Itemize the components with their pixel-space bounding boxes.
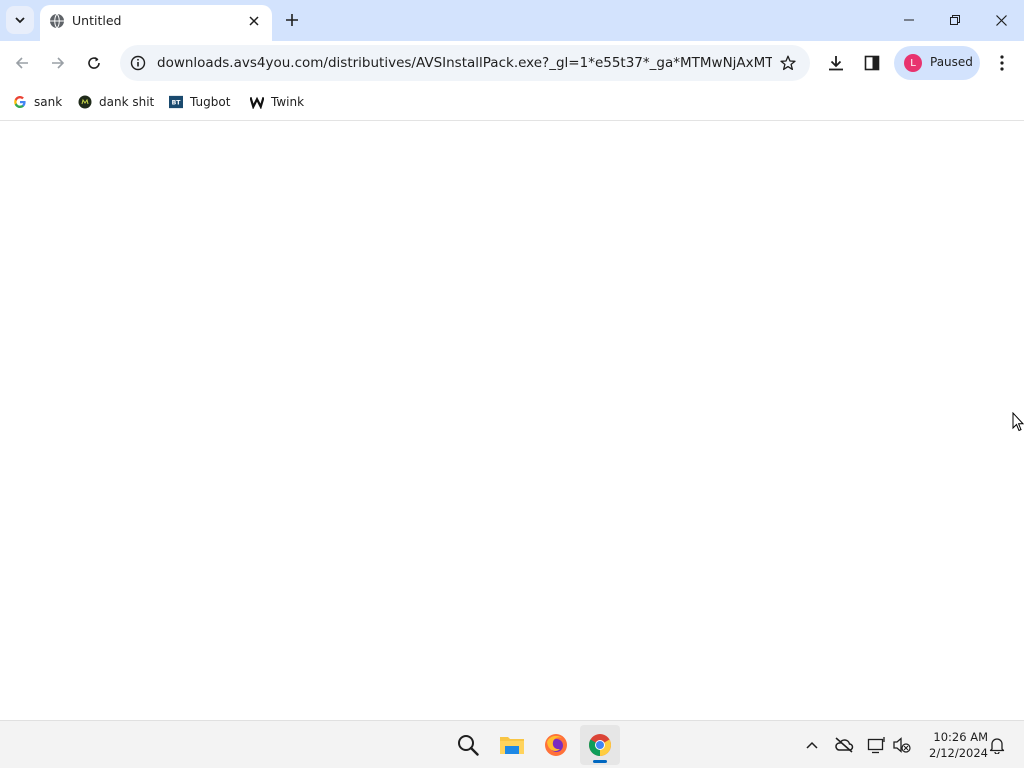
- browser-toolbar: downloads.avs4you.com/distributives/AVSI…: [0, 41, 1024, 85]
- reload-icon: [88, 57, 100, 69]
- close-icon: [249, 16, 259, 26]
- chevron-down-icon: [15, 17, 25, 24]
- clock-date: 2/12/2024: [929, 746, 988, 760]
- side-panel-button[interactable]: [860, 51, 884, 75]
- tab-search-button[interactable]: [6, 6, 34, 34]
- globe-icon: [50, 13, 64, 29]
- bookmark-label: dank shit: [99, 95, 155, 109]
- chrome-icon: [589, 734, 611, 756]
- bookmark-item[interactable]: Twink: [250, 92, 304, 112]
- avatar: L: [904, 54, 922, 72]
- chevron-up-icon: [806, 741, 818, 749]
- onedrive-offline-icon: [835, 737, 854, 753]
- bookmark-item[interactable]: dank shit: [78, 92, 154, 112]
- address-bar[interactable]: downloads.avs4you.com/distributives/AVSI…: [120, 45, 810, 81]
- bookmark-label: Twink: [271, 95, 305, 109]
- onedrive-tray-button[interactable]: [832, 733, 856, 757]
- bookmark-label: Tugbot: [190, 95, 231, 109]
- download-icon: [829, 56, 843, 71]
- taskbar-chrome[interactable]: [580, 725, 620, 765]
- notifications-button[interactable]: [985, 733, 1009, 757]
- volume-muted-icon: [893, 737, 911, 753]
- volume-tray-button[interactable]: [890, 733, 914, 757]
- firefox-icon: [545, 734, 567, 756]
- profile-button[interactable]: L Paused: [894, 46, 980, 80]
- clock-time: 10:26 AM: [933, 730, 988, 744]
- info-icon: [130, 55, 146, 71]
- taskbar-search-button[interactable]: [448, 725, 488, 765]
- reload-button[interactable]: [80, 49, 108, 77]
- arrow-left-icon: [15, 57, 28, 69]
- arrow-right-icon: [52, 57, 65, 69]
- bookmark-item[interactable]: BT Tugbot: [169, 92, 230, 112]
- minimize-icon: [904, 19, 914, 21]
- forward-button[interactable]: [44, 49, 72, 77]
- taskbar-clock[interactable]: 10:26 AM 2/12/2024: [920, 729, 988, 761]
- window-close-button[interactable]: [978, 0, 1024, 40]
- minimize-button[interactable]: [886, 0, 932, 40]
- tab-strip: Untitled: [0, 0, 1024, 41]
- back-button[interactable]: [8, 49, 36, 77]
- browser-menu-button[interactable]: [990, 49, 1014, 77]
- side-panel-icon: [864, 55, 880, 71]
- new-tab-button[interactable]: [280, 8, 304, 32]
- bookmark-star-button[interactable]: [778, 53, 798, 73]
- network-icon: [867, 737, 885, 754]
- file-explorer-icon: [500, 737, 524, 754]
- w-site-icon: [250, 95, 264, 109]
- bt-site-icon: BT: [169, 95, 183, 109]
- svg-text:BT: BT: [172, 100, 182, 107]
- search-icon: [458, 735, 479, 756]
- profile-status: Paused: [930, 55, 973, 69]
- taskbar-file-explorer[interactable]: [492, 725, 532, 765]
- restore-icon: [950, 15, 960, 25]
- downloads-button[interactable]: [824, 51, 848, 75]
- address-url[interactable]: downloads.avs4you.com/distributives/AVSI…: [157, 55, 772, 71]
- restore-button[interactable]: [932, 0, 978, 40]
- star-icon: [780, 55, 796, 71]
- plus-icon: [286, 14, 298, 26]
- tab-active[interactable]: Untitled: [40, 5, 272, 41]
- show-hidden-icons-button[interactable]: [800, 733, 824, 757]
- network-tray-button[interactable]: [865, 733, 889, 757]
- tab-close-button[interactable]: [244, 11, 264, 31]
- page-content[interactable]: [0, 121, 1024, 720]
- taskbar-firefox[interactable]: [536, 725, 576, 765]
- close-icon: [995, 14, 1007, 26]
- bookmark-label: sank: [34, 95, 63, 109]
- dank-site-icon: [78, 95, 92, 109]
- more-vert-icon: [1000, 55, 1004, 71]
- tab-title: Untitled: [72, 13, 122, 28]
- notification-bell-icon: [989, 738, 1005, 754]
- bookmark-item[interactable]: sank: [13, 92, 62, 112]
- taskbar: 10:26 AM 2/12/2024: [0, 720, 1024, 768]
- site-info-button[interactable]: [128, 53, 148, 73]
- bookmarks-bar: sank dank shit BT Tugbot Twink: [0, 85, 1024, 121]
- mouse-cursor-icon: [1012, 412, 1024, 432]
- google-icon: [13, 95, 27, 109]
- browser-window: Untitled downloads.avs4you.com/distribut…: [0, 0, 1024, 768]
